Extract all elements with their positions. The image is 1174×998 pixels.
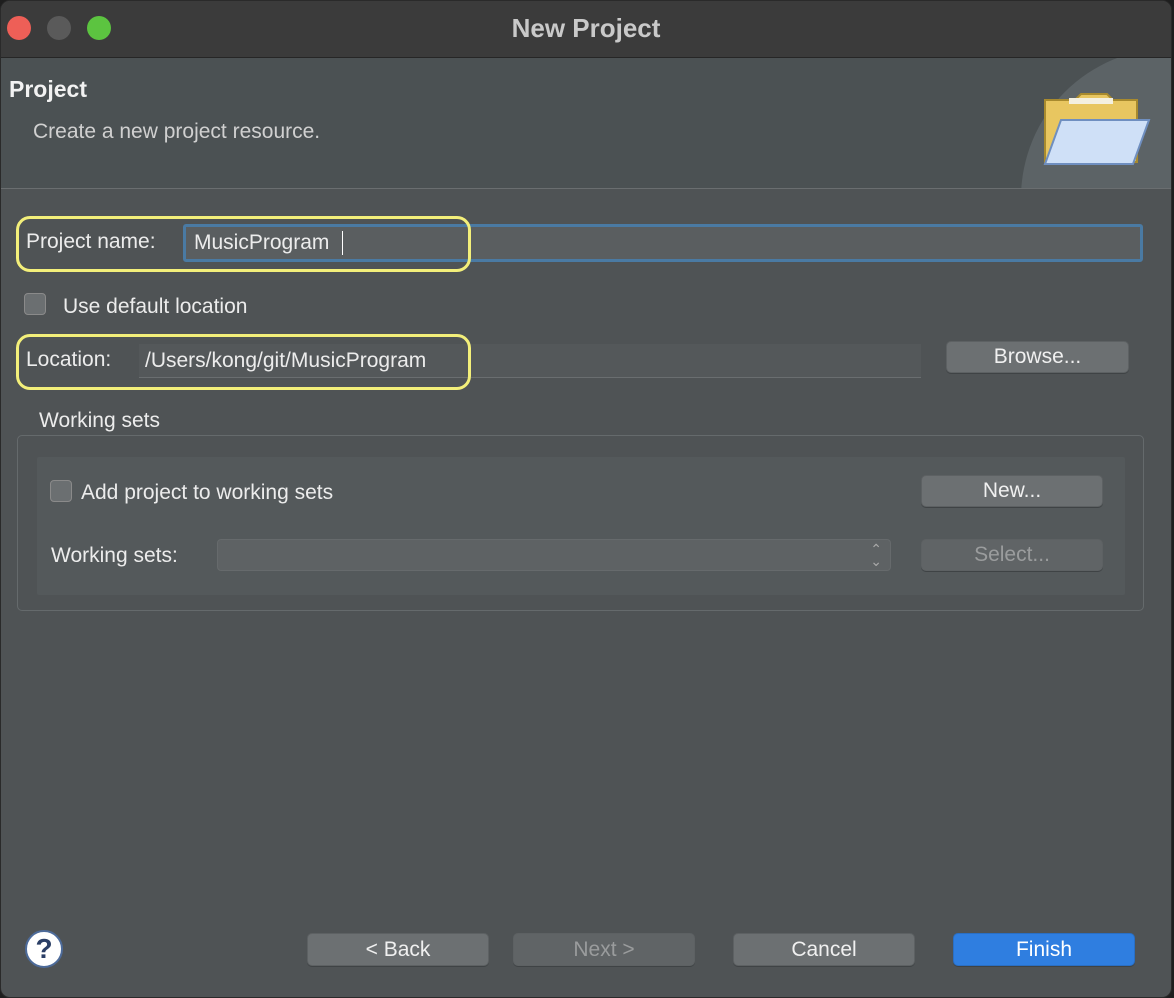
project-name-highlight: [16, 216, 471, 272]
help-icon[interactable]: ?: [25, 930, 63, 968]
add-to-working-sets-label: Add project to working sets: [81, 481, 334, 504]
back-button[interactable]: < Back: [307, 933, 489, 966]
working-sets-select[interactable]: ⌃ ⌄: [217, 539, 891, 571]
cancel-button[interactable]: Cancel: [733, 933, 915, 966]
finish-button[interactable]: Finish: [953, 933, 1135, 966]
window-title: New Project: [511, 13, 661, 43]
location-highlight: [16, 334, 471, 390]
title-bar: New Project: [1, 1, 1171, 58]
use-default-location-checkbox[interactable]: [24, 293, 46, 315]
chevron-updown-icon: ⌃ ⌄: [870, 541, 882, 569]
page-title: Project: [9, 76, 87, 102]
new-working-set-button[interactable]: New...: [921, 475, 1103, 507]
working-sets-group-label: Working sets: [39, 409, 160, 432]
browse-button[interactable]: Browse...: [946, 341, 1129, 373]
wizard-header: Project Create a new project resource.: [1, 58, 1171, 189]
folder-icon: [1043, 93, 1151, 165]
page-description: Create a new project resource.: [33, 120, 321, 143]
new-project-dialog: New Project Project Create a new project…: [0, 0, 1172, 998]
select-working-sets-button[interactable]: Select...: [921, 539, 1103, 571]
working-sets-label: Working sets:: [51, 544, 178, 567]
add-to-working-sets-checkbox[interactable]: [50, 480, 72, 502]
use-default-location-label: Use default location: [63, 295, 248, 318]
next-button[interactable]: Next >: [513, 933, 695, 966]
